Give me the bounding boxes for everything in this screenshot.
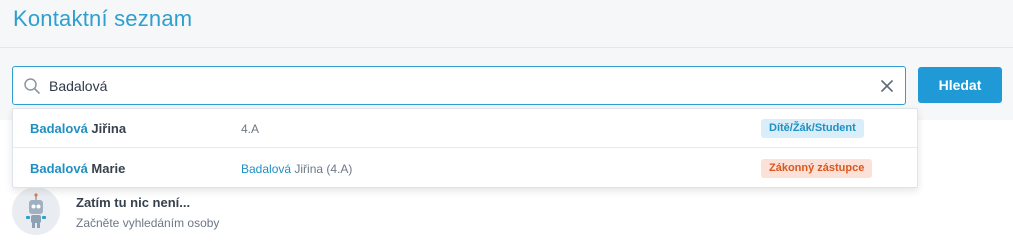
result-meta-rest: 4.A [241, 122, 260, 136]
search-button[interactable]: Hledat [918, 67, 1002, 103]
search-results-dropdown: Badalová Jiřina 4.A Dítě/Žák/Student Bad… [12, 108, 918, 188]
result-related-child: Badalová Jiřina (4.A) [241, 162, 352, 176]
search-icon [24, 78, 40, 94]
result-class: 4.A [241, 122, 259, 136]
result-name-rest: Jiřina [87, 121, 127, 136]
role-badge: Zákonný zástupce [761, 159, 873, 178]
page-title: Kontaktní seznam [13, 6, 193, 31]
result-item[interactable]: Badalová Marie Badalová Jiřina (4.A) Zák… [13, 149, 917, 188]
result-item[interactable]: Badalová Jiřina 4.A Dítě/Žák/Student [13, 109, 917, 148]
result-meta-rest: Jiřina (4.A) [291, 162, 353, 176]
empty-state: Zatím tu nic není... Začněte vyhledáním … [12, 185, 412, 241]
result-name-highlight: Badalová [30, 121, 88, 136]
result-name: Badalová Jiřina [30, 121, 126, 136]
empty-state-title: Zatím tu nic není... [76, 195, 191, 210]
result-name-highlight: Badalová [30, 161, 88, 176]
result-name: Badalová Marie [30, 161, 125, 176]
robot-icon [12, 187, 60, 235]
page-header: Kontaktní seznam [0, 0, 1013, 48]
role-badge: Dítě/Žák/Student [761, 119, 864, 138]
search-box[interactable] [12, 66, 906, 105]
close-icon[interactable] [879, 78, 895, 94]
result-name-rest: Marie [87, 161, 126, 176]
result-meta-highlight: Badalová [241, 162, 292, 176]
empty-state-subtitle: Začněte vyhledáním osoby [76, 216, 220, 230]
search-input[interactable] [49, 75, 869, 97]
